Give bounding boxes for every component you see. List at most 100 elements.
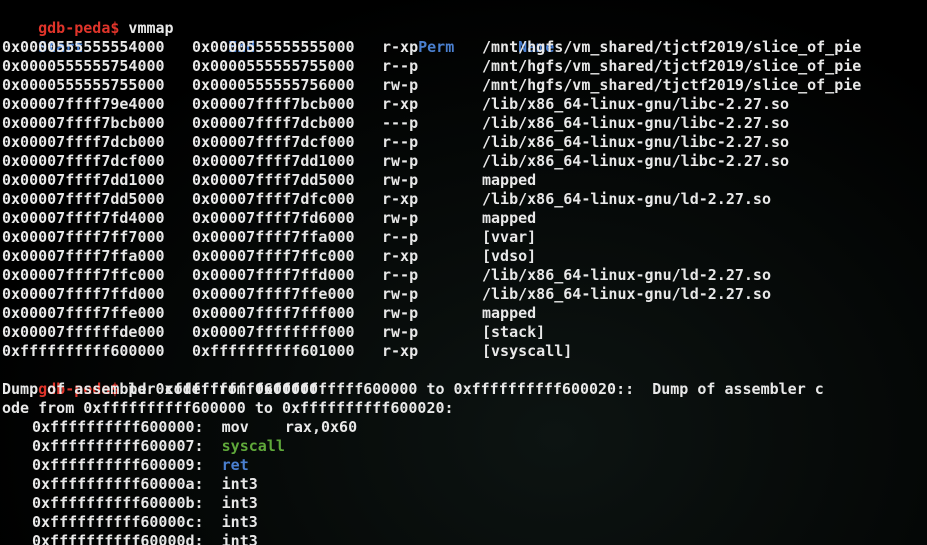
vmmap-cell-name: /mnt/hgfs/vm_shared/tjctf2019/slice_of_p… bbox=[482, 76, 862, 94]
vmmap-cell-perm: r--p bbox=[382, 133, 419, 151]
vmmap-cell-start: 0x00007ffff7ffd000 bbox=[2, 285, 165, 303]
vmmap-cell-end: 0x00007ffff7fd6000 bbox=[192, 209, 355, 227]
instruction-address: 0xffffffffff600000: bbox=[32, 418, 204, 436]
prompt-line-vmmap: gdb-peda$ vmmap bbox=[2, 0, 927, 37]
vmmap-row: 0x00007ffff7dcf000 0x00007ffff7dd1000 rw-p… bbox=[2, 152, 927, 171]
vmmap-row: 0x00007ffff7ffc000 0x00007ffff7ffd000 r--p… bbox=[2, 266, 927, 285]
vmmap-cell-name: /lib/x86_64-linux-gnu/ld-2.27.so bbox=[482, 190, 771, 208]
vmmap-cell-perm: r--p bbox=[382, 266, 419, 284]
vmmap-cell-start: 0x00007ffffffde000 bbox=[2, 323, 165, 341]
vmmap-cell-name: [vvar] bbox=[482, 228, 537, 246]
vmmap-cell-perm: rw-p bbox=[382, 152, 419, 170]
instruction-operands: rax,0x60 bbox=[284, 418, 358, 436]
disassembly-list: 0xffffffffff600000: mov rax,0x60 0xffffff… bbox=[2, 418, 927, 545]
instruction-opcode: mov bbox=[221, 418, 249, 436]
vmmap-cell-name: /lib/x86_64-linux-gnu/libc-2.27.so bbox=[482, 114, 790, 132]
vmmap-cell-end: 0x00007ffff7bcb000 bbox=[192, 95, 355, 113]
command-text: vmmap bbox=[119, 19, 174, 37]
instruction-row: 0xffffffffff600000: mov rax,0x60 bbox=[2, 418, 927, 437]
vmmap-cell-name: mapped bbox=[482, 209, 537, 227]
vmmap-cell-start: 0x00007ffff7ffa000 bbox=[2, 247, 165, 265]
vmmap-cell-start: 0x00007ffff7ffc000 bbox=[2, 266, 165, 284]
vmmap-row: 0x00007ffffffde000 0x00007ffffffff000 rw-p… bbox=[2, 323, 927, 342]
instruction-opcode: int3 bbox=[221, 532, 258, 545]
vmmap-row: 0x0000555555754000 0x0000555555755000 r--p… bbox=[2, 57, 927, 76]
vmmap-cell-perm: r-xp bbox=[382, 38, 419, 56]
vmmap-cell-start: 0x0000555555755000 bbox=[2, 76, 165, 94]
vmmap-row: 0x00007ffff79e4000 0x00007ffff7bcb000 r-xp… bbox=[2, 95, 927, 114]
instruction-row: 0xffffffffff60000b: int3 bbox=[2, 494, 927, 513]
vmmap-cell-end: 0x0000555555756000 bbox=[192, 76, 355, 94]
instruction-row: 0xffffffffff60000a: int3 bbox=[2, 475, 927, 494]
instruction-row: 0xffffffffff60000d: int3 bbox=[2, 532, 927, 545]
instruction-address: 0xffffffffff60000d: bbox=[32, 532, 204, 545]
instruction-address: 0xffffffffff60000b: bbox=[32, 494, 204, 512]
dump-header-line-1: Dump of assembler code from 0xffffffffff… bbox=[2, 380, 824, 398]
instruction-opcode: ret bbox=[221, 456, 249, 474]
instruction-address: 0xffffffffff60000c: bbox=[32, 513, 204, 531]
vmmap-cell-end: 0x00007ffff7ffc000 bbox=[192, 247, 355, 265]
vmmap-cell-perm: r-xp bbox=[382, 342, 419, 360]
vmmap-cell-end: 0x0000555555755000 bbox=[192, 57, 355, 75]
vmmap-cell-perm: rw-p bbox=[382, 76, 419, 94]
vmmap-row: 0x00007ffff7fd4000 0x00007ffff7fd6000 rw-p… bbox=[2, 209, 927, 228]
vmmap-cell-start: 0x00007ffff7dcf000 bbox=[2, 152, 165, 170]
vmmap-cell-end: 0x00007ffff7dcf000 bbox=[192, 133, 355, 151]
vmmap-cell-start: 0x00007ffff79e4000 bbox=[2, 95, 165, 113]
vmmap-cell-name: /lib/x86_64-linux-gnu/ld-2.27.so bbox=[482, 285, 771, 303]
vmmap-cell-name: [vdso] bbox=[482, 247, 537, 265]
vmmap-cell-perm: r-xp bbox=[382, 190, 419, 208]
vmmap-row: 0xffffffffff600000 0xffffffffff601000 r-xp… bbox=[2, 342, 927, 361]
vmmap-cell-perm: rw-p bbox=[382, 304, 419, 322]
vmmap-row: 0x00007ffff7bcb000 0x00007ffff7dcb000 ---p… bbox=[2, 114, 927, 133]
vmmap-cell-perm: rw-p bbox=[382, 209, 419, 227]
vmmap-cell-end: 0xffffffffff601000 bbox=[192, 342, 355, 360]
vmmap-cell-start: 0x00007ffff7fd4000 bbox=[2, 209, 165, 227]
vmmap-cell-perm: r--p bbox=[382, 57, 419, 75]
instruction-address: 0xffffffffff600009: bbox=[32, 456, 204, 474]
instruction-address: 0xffffffffff60000a: bbox=[32, 475, 204, 493]
vmmap-cell-name: [vsyscall] bbox=[482, 342, 573, 360]
vmmap-row: 0x00007ffff7ffd000 0x00007ffff7ffe000 rw-p… bbox=[2, 285, 927, 304]
terminal-window[interactable]: gdb-peda$ vmmap Start End Perm Name 0x00005… bbox=[0, 0, 927, 545]
vmmap-cell-end: 0x0000555555555000 bbox=[192, 38, 355, 56]
vmmap-cell-end: 0x00007ffff7ffe000 bbox=[192, 285, 355, 303]
vmmap-row: 0x00007ffff7ffe000 0x00007ffff7fff000 rw-p… bbox=[2, 304, 927, 323]
vmmap-cell-end: 0x00007ffff7dfc000 bbox=[192, 190, 355, 208]
vmmap-cell-start: 0x00007ffff7ff7000 bbox=[2, 228, 165, 246]
instruction-address: 0xffffffffff600007: bbox=[32, 437, 204, 455]
vmmap-row: 0x0000555555554000 0x0000555555555000 r-xp… bbox=[2, 38, 927, 57]
vmmap-row: 0x0000555555755000 0x0000555555756000 rw-p… bbox=[2, 76, 927, 95]
vmmap-cell-end: 0x00007ffff7ffd000 bbox=[192, 266, 355, 284]
vmmap-cell-name: mapped bbox=[482, 304, 537, 322]
prompt-line-pd: gdb-peda$ pd 0xffffffffff600000 bbox=[2, 361, 927, 398]
instruction-row: 0xffffffffff60000c: int3 bbox=[2, 513, 927, 532]
vmmap-cell-perm: r-xp bbox=[382, 247, 419, 265]
instruction-opcode: int3 bbox=[221, 513, 258, 531]
vmmap-cell-name: /mnt/hgfs/vm_shared/tjctf2019/slice_of_p… bbox=[482, 57, 862, 75]
vmmap-cell-perm: r--p bbox=[382, 228, 419, 246]
vmmap-cell-name: mapped bbox=[482, 171, 537, 189]
vmmap-row: 0x00007ffff7dcb000 0x00007ffff7dcf000 r--p… bbox=[2, 133, 927, 152]
vmmap-cell-perm: r-xp bbox=[382, 95, 419, 113]
vmmap-row: 0x00007ffff7dd5000 0x00007ffff7dfc000 r-xp… bbox=[2, 190, 927, 209]
vmmap-cell-start: 0x00007ffff7dcb000 bbox=[2, 133, 165, 151]
vmmap-cell-name: /mnt/hgfs/vm_shared/tjctf2019/slice_of_p… bbox=[482, 38, 862, 56]
vmmap-row: 0x00007ffff7dd1000 0x00007ffff7dd5000 rw-p… bbox=[2, 171, 927, 190]
vmmap-cell-start: 0x00007ffff7dd5000 bbox=[2, 190, 165, 208]
instruction-opcode: int3 bbox=[221, 475, 258, 493]
vmmap-row: 0x00007ffff7ffa000 0x00007ffff7ffc000 r-xp… bbox=[2, 247, 927, 266]
vmmap-cell-start: 0x00007ffff7bcb000 bbox=[2, 114, 165, 132]
vmmap-cell-end: 0x00007ffff7dcb000 bbox=[192, 114, 355, 132]
vmmap-cell-start: 0x0000555555554000 bbox=[2, 38, 165, 56]
vmmap-cell-perm: ---p bbox=[382, 114, 419, 132]
vmmap-cell-start: 0x00007ffff7ffe000 bbox=[2, 304, 165, 322]
vmmap-cell-start: 0x00007ffff7dd1000 bbox=[2, 171, 165, 189]
vmmap-cell-name: /lib/x86_64-linux-gnu/libc-2.27.so bbox=[482, 95, 790, 113]
vmmap-cell-name: /lib/x86_64-linux-gnu/libc-2.27.so bbox=[482, 133, 790, 151]
vmmap-cell-name: /lib/x86_64-linux-gnu/libc-2.27.so bbox=[482, 152, 790, 170]
vmmap-cell-perm: rw-p bbox=[382, 323, 419, 341]
vmmap-row: 0x00007ffff7ff7000 0x00007ffff7ffa000 r--p… bbox=[2, 228, 927, 247]
vmmap-cell-name: [stack] bbox=[482, 323, 546, 341]
vmmap-cell-end: 0x00007ffff7dd1000 bbox=[192, 152, 355, 170]
